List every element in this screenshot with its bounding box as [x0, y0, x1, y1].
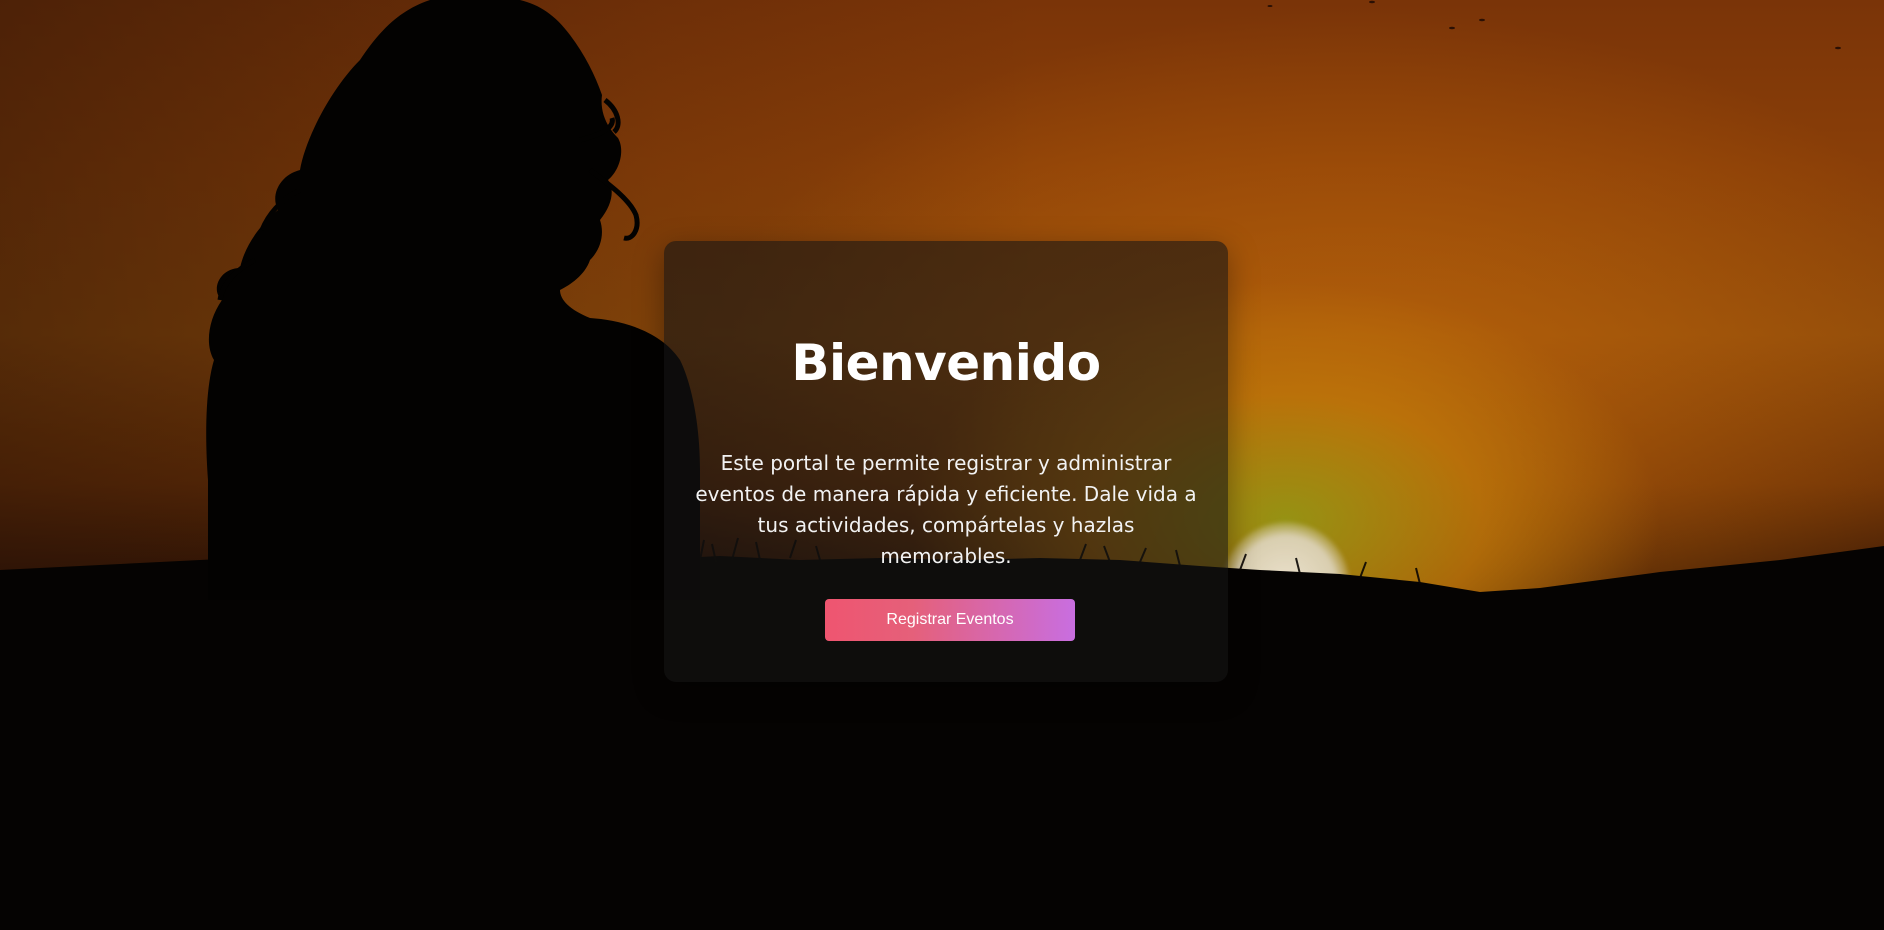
hero-section: Bienvenido Este portal te permite regist…: [0, 0, 1884, 930]
welcome-card: Bienvenido Este portal te permite regist…: [664, 241, 1228, 682]
welcome-title: Bienvenido: [791, 334, 1101, 392]
birds: [1267, 0, 1841, 50]
register-events-button[interactable]: Registrar Eventos: [825, 599, 1075, 641]
woman-silhouette: [206, 0, 701, 600]
welcome-description: Este portal te permite registrar y admin…: [695, 451, 1197, 568]
